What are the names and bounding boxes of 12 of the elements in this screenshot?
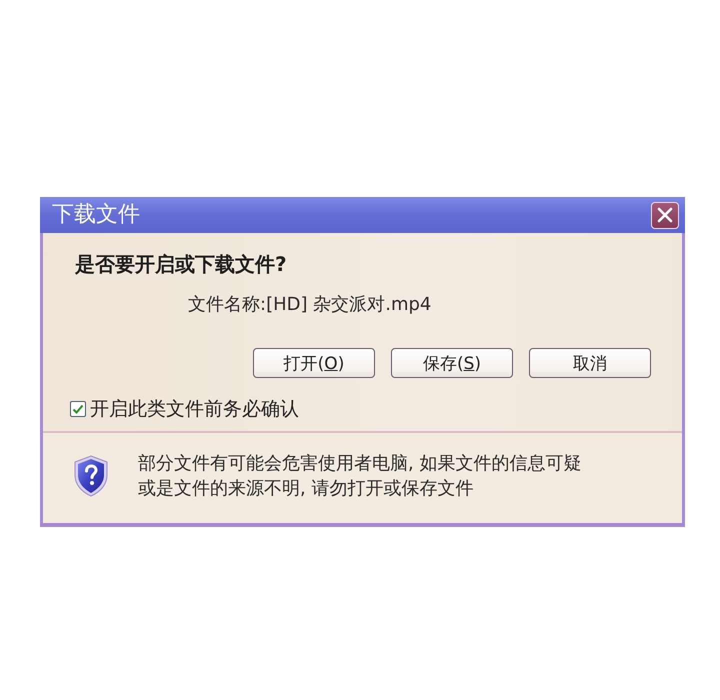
checkbox-label: 开启此类文件前务必确认	[90, 397, 299, 421]
window-title: 下载文件	[52, 202, 140, 228]
checkbox[interactable]	[70, 401, 86, 417]
dialog-button[interactable]: 打开(O)	[253, 348, 375, 378]
warning-text: 部分文件有可能会危害使用者电脑, 如果文件的信息可疑 或是文件的来源不明, 请勿打开或保存文件	[138, 452, 582, 501]
file-name-text: 文件名称:[HD] 杂交派对.mp4	[187, 293, 432, 317]
close-icon	[657, 207, 673, 223]
dialog-button[interactable]: 取消	[529, 348, 651, 378]
close-button[interactable]	[651, 202, 679, 228]
shield-question-icon	[73, 455, 109, 497]
dialog-button[interactable]: 保存(S)	[391, 348, 513, 378]
prompt-text: 是否要开启或下载文件?	[74, 252, 288, 276]
